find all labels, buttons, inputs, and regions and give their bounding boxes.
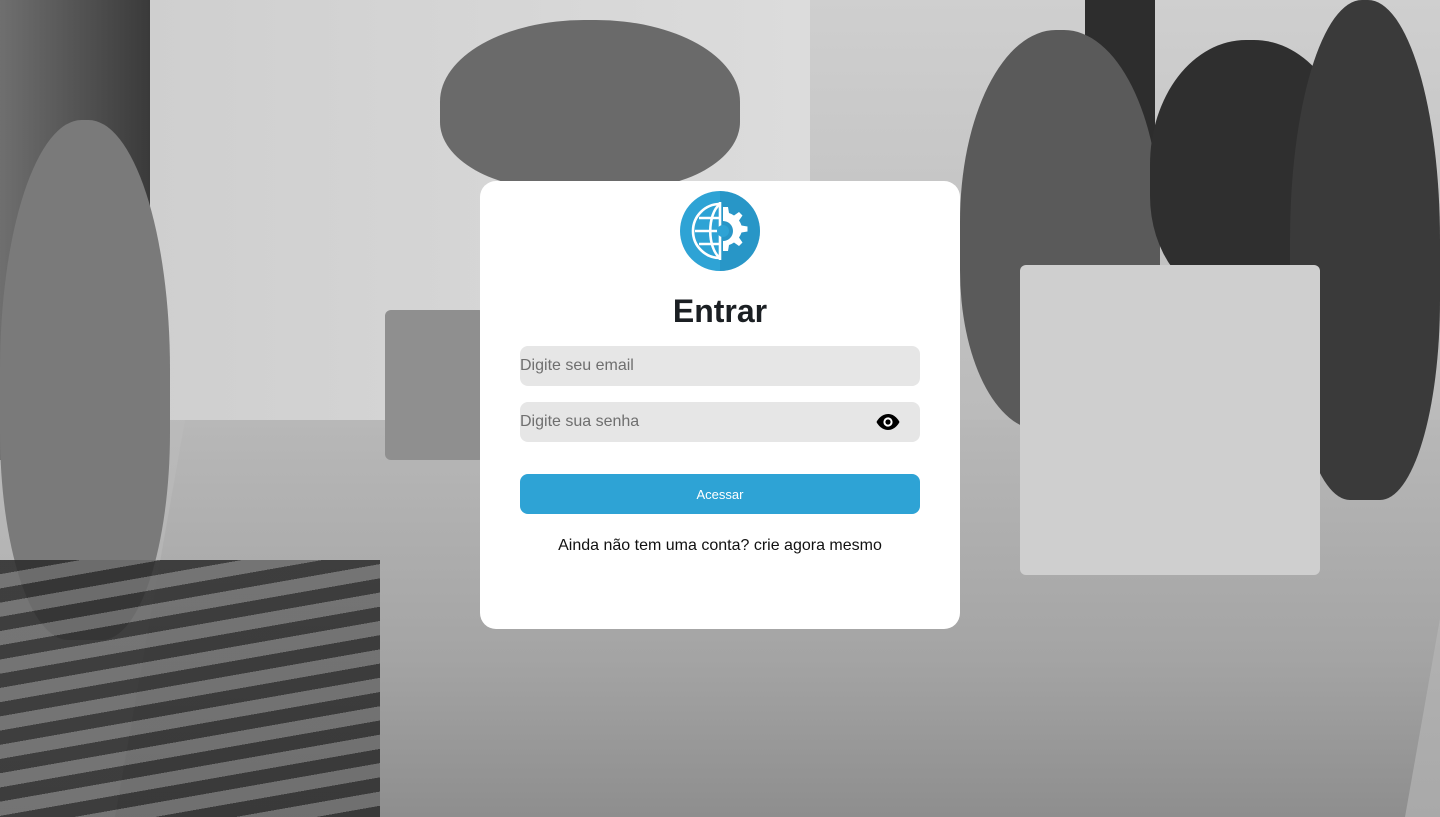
bg-laptop-left — [385, 310, 485, 460]
globe-gear-logo-icon — [680, 191, 760, 271]
bg-striped-dress — [0, 560, 380, 817]
bg-laptop-right — [1020, 265, 1320, 575]
email-field-container — [520, 346, 920, 386]
login-card: Entrar Acessar Ainda não tem uma conta? … — [480, 181, 960, 629]
eye-icon[interactable] — [876, 413, 900, 431]
signup-prompt-text: Ainda não tem uma conta? — [558, 537, 750, 554]
signup-link[interactable]: crie agora mesmo — [754, 537, 882, 554]
password-field[interactable] — [520, 402, 860, 442]
login-page: Entrar Acessar Ainda não tem uma conta? … — [0, 0, 1440, 817]
signup-prompt: Ainda não tem uma conta? crie agora mesm… — [480, 537, 960, 555]
login-submit-button[interactable]: Acessar — [520, 474, 920, 514]
email-field[interactable] — [520, 346, 920, 386]
page-title: Entrar — [672, 293, 768, 329]
bg-person-presenter — [440, 20, 740, 190]
password-field-container — [520, 402, 920, 442]
